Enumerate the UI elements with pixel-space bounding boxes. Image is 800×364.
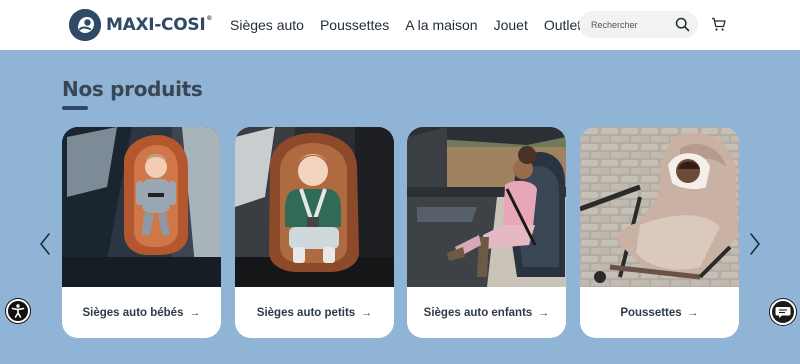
product-card-label-bar: Sièges auto bébés →: [62, 287, 221, 338]
product-card-sieges-auto-petits[interactable]: Sièges auto petits →: [235, 127, 394, 338]
search-box: [579, 11, 698, 38]
child-car-seat-photo: [407, 127, 566, 287]
stroller-photo: [580, 127, 739, 287]
search-icon[interactable]: [675, 17, 690, 37]
accessibility-icon: [11, 304, 25, 318]
site-header: MAXI-COSI® Sièges auto Poussettes A la m…: [0, 0, 800, 50]
product-card-poussettes[interactable]: Poussettes →: [580, 127, 739, 338]
nav-item-jouet[interactable]: Jouet: [494, 17, 528, 33]
nav-item-poussettes[interactable]: Poussettes: [320, 17, 389, 33]
title-underline: [62, 106, 88, 110]
section-title: Nos produits: [62, 77, 203, 101]
product-card-label: Sièges auto enfants: [423, 306, 533, 319]
arrow-right-icon: →: [538, 306, 550, 319]
product-card-label-bar: Sièges auto petits →: [235, 287, 394, 338]
toddler-car-seat-photo: [235, 127, 394, 287]
arrow-right-icon: →: [189, 306, 201, 319]
product-card-sieges-auto-enfants[interactable]: Sièges auto enfants →: [407, 127, 566, 338]
accessibility-button[interactable]: [6, 299, 30, 323]
nav-item-outlet[interactable]: Outlet: [544, 17, 581, 33]
nav-item-sieges-auto[interactable]: Sièges auto: [230, 17, 304, 33]
brand-name: MAXI-COSI®: [106, 15, 213, 35]
maxi-cosi-logo-icon: [69, 9, 101, 41]
arrow-right-icon: →: [687, 306, 699, 319]
search-input[interactable]: [591, 17, 671, 32]
product-card-label: Poussettes: [620, 306, 682, 319]
main-nav: Sièges auto Poussettes A la maison Jouet…: [230, 0, 581, 50]
chevron-left-icon[interactable]: [38, 232, 52, 261]
cart-icon[interactable]: [711, 17, 726, 37]
product-card-label: Sièges auto bébés: [82, 306, 184, 319]
arrow-right-icon: →: [361, 306, 373, 319]
chevron-right-icon[interactable]: [748, 232, 762, 261]
product-card-sieges-auto-bebes[interactable]: Sièges auto bébés →: [62, 127, 221, 338]
chat-icon: [775, 307, 791, 318]
product-card-label-bar: Sièges auto enfants →: [407, 287, 566, 338]
infant-car-seat-photo: [62, 127, 221, 287]
nav-item-a-la-maison[interactable]: A la maison: [405, 17, 477, 33]
chat-button[interactable]: [770, 299, 796, 325]
brand-logo[interactable]: MAXI-COSI®: [69, 9, 212, 41]
product-card-label: Sièges auto petits: [256, 306, 356, 319]
product-card-label-bar: Poussettes →: [580, 287, 739, 338]
